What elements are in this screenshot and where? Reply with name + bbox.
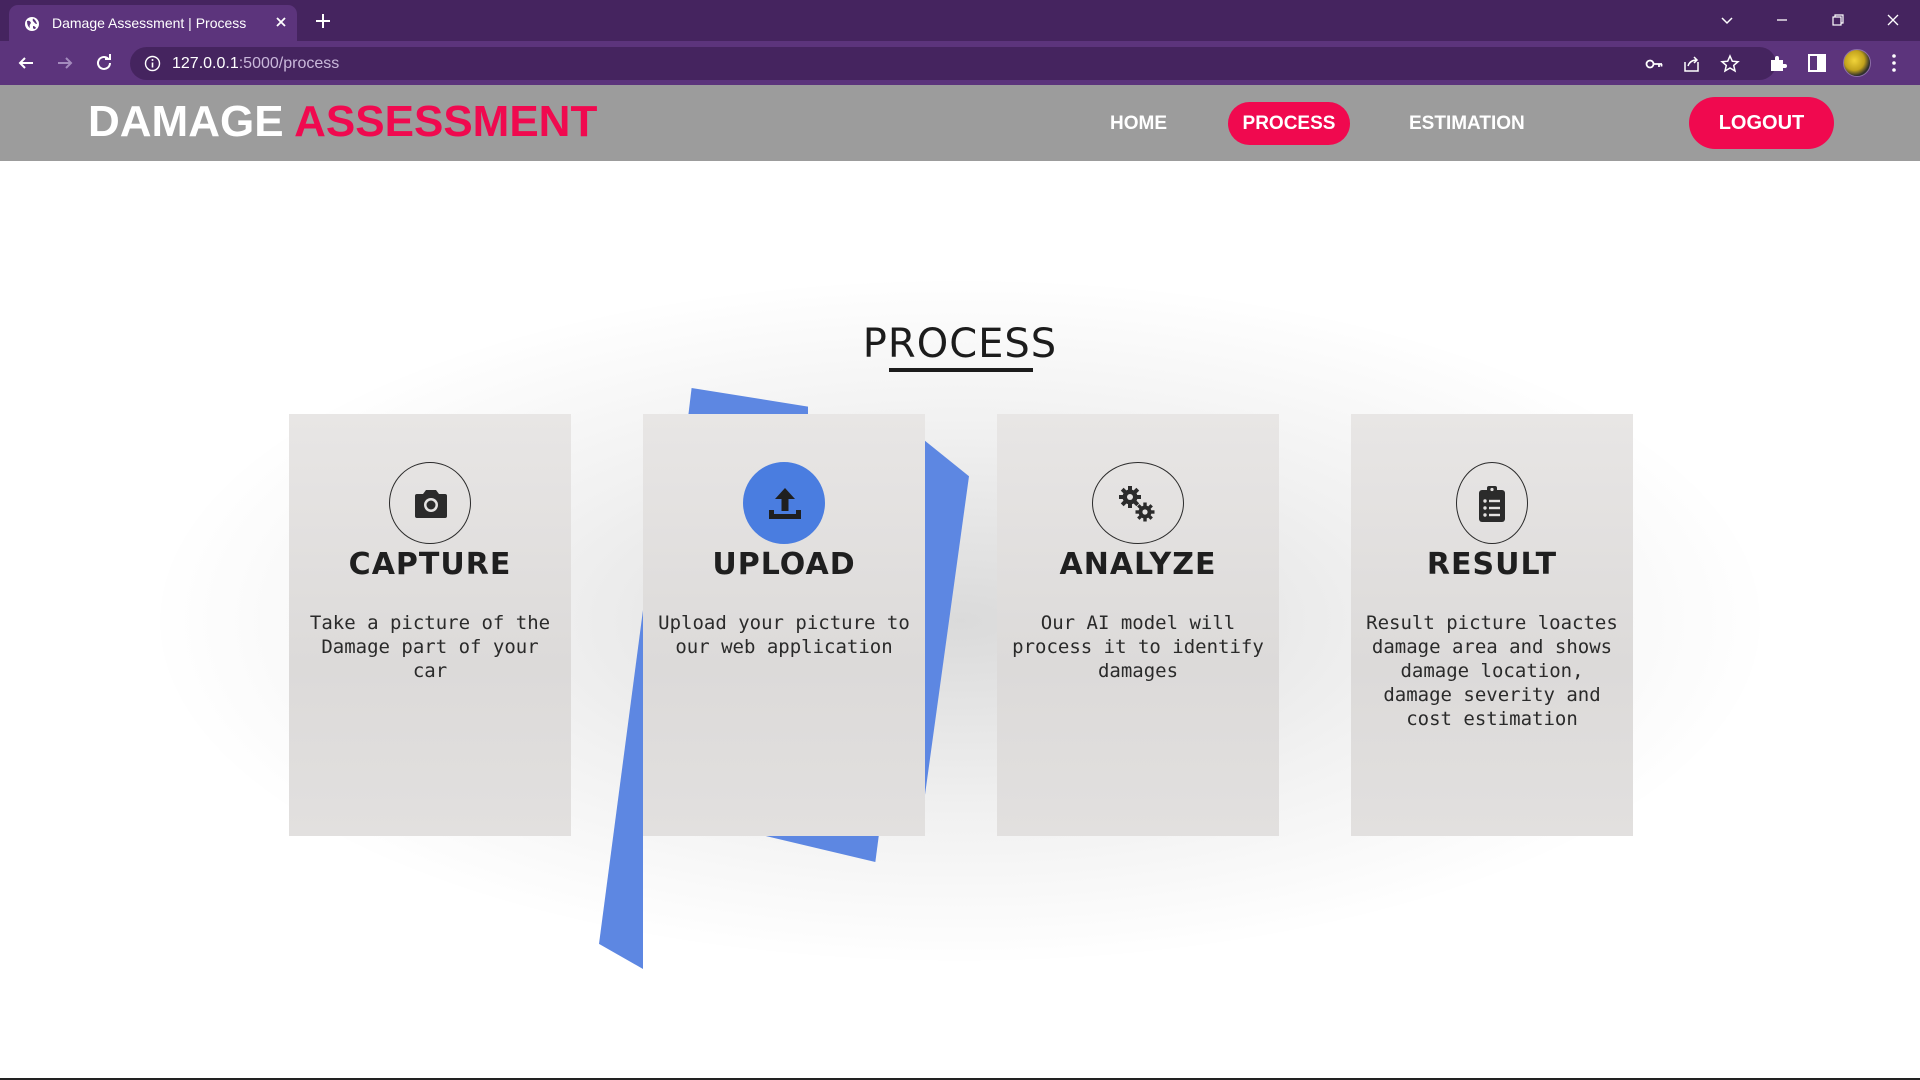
more-menu-icon[interactable] [1882,51,1906,75]
gears-icon-circle [1092,462,1184,544]
browser-toolbar: 127.0.0.1:5000/process [0,41,1920,85]
bookmark-star-icon[interactable] [1719,53,1741,75]
card-description: Take a picture of the Damage part of you… [309,612,551,682]
upload-icon-circle [743,462,825,544]
new-tab-icon[interactable] [312,10,334,32]
tab-search-icon[interactable] [1714,7,1740,33]
camera-icon [415,490,447,518]
url-text: 127.0.0.1:5000/process [172,55,340,72]
card-title: RESULT [1426,547,1558,582]
browser-tabstrip: Damage Assessment | Process [0,0,1920,41]
process-card-capture: CAPTURE Take a picture of the Damage par… [289,414,571,836]
card-title: CAPTURE [348,547,512,582]
logout-button[interactable]: LOGOUT [1689,97,1834,149]
forward-arrow-icon[interactable] [52,50,78,76]
extensions-puzzle-icon[interactable] [1766,51,1790,75]
side-panel-icon[interactable] [1805,51,1829,75]
camera-icon-circle [389,462,471,544]
card-title: UPLOAD [712,547,856,582]
close-icon[interactable] [271,12,291,32]
site-header: DAMAGE ASSESSMENT HOME PROCESS ESTIMATIO… [0,85,1920,161]
nav-process-label: PROCESS [1242,113,1336,134]
nav-home[interactable]: HOME [1110,113,1167,135]
browser-tab[interactable]: Damage Assessment | Process [9,5,297,41]
tab-title: Damage Assessment | Process [52,15,247,31]
profile-avatar[interactable] [1843,49,1871,77]
process-card-analyze: ANALYZE Our AI model will process it to … [997,414,1279,836]
logout-label: LOGOUT [1718,112,1805,134]
main-content: PROCESS CAPTURE Take a picture of the Da… [0,161,1920,1078]
clipboard-icon-circle [1456,462,1528,544]
reload-icon[interactable] [91,50,117,76]
process-card-upload: UPLOAD Upload your picture to our web ap… [643,414,925,836]
card-description: Our AI model will process it to identify… [1012,612,1264,682]
gears-icon [1119,486,1155,522]
clipboard-list-icon [1479,486,1505,522]
title-underline [889,368,1033,372]
card-description: Result picture loactes damage area and s… [1366,612,1618,730]
globe-icon [25,17,39,31]
close-window-icon[interactable] [1880,7,1906,33]
minimize-icon[interactable] [1769,7,1795,33]
key-icon[interactable] [1643,53,1665,75]
upload-icon [769,488,801,519]
section-title: PROCESS [862,321,1058,367]
card-description: Upload your picture to our web applicati… [658,612,910,658]
share-icon[interactable] [1681,53,1703,75]
restore-icon[interactable] [1825,7,1851,33]
process-card-result: RESULT Result picture loactes damage are… [1351,414,1633,836]
nav-estimation[interactable]: ESTIMATION [1409,113,1525,135]
site-info-icon[interactable] [144,55,161,72]
back-arrow-icon[interactable] [13,50,39,76]
card-title: ANALYZE [1059,547,1217,582]
site-logo[interactable]: DAMAGE ASSESSMENT [88,97,597,147]
address-bar[interactable]: 127.0.0.1:5000/process [130,47,1776,80]
nav-process[interactable]: PROCESS [1228,102,1350,145]
